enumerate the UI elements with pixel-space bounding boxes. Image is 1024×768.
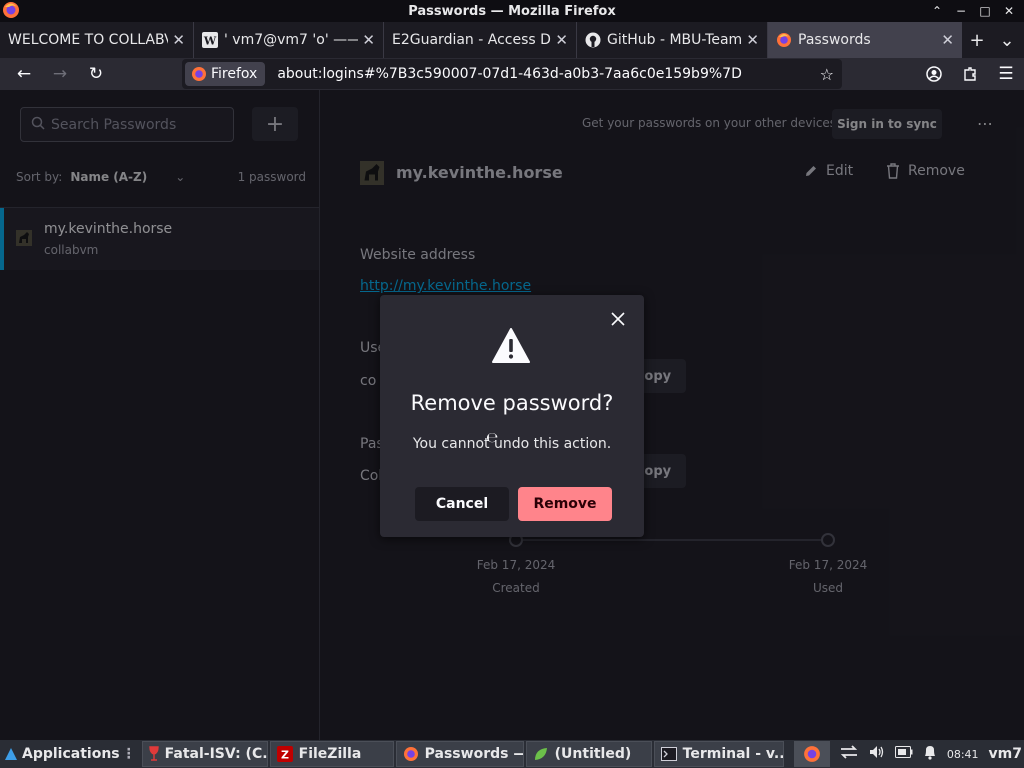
tab-label: Passwords [798, 32, 871, 48]
tab-wikipedia[interactable]: W ' vm7@vm7 'o' —— '( ✕ [194, 22, 384, 58]
taskbar-item-label: Passwords —... [424, 746, 523, 762]
navigation-bar: ← → ↻ Firefox about:logins#%7B3c590007-0… [0, 58, 1024, 90]
firefox-logo-icon [2, 1, 20, 23]
taskbar-item-label: FileZilla [298, 746, 362, 762]
window-title: Passwords — Mozilla Firefox [408, 3, 616, 19]
tab-close-icon[interactable]: ✕ [172, 31, 185, 49]
taskbar-item-filezilla[interactable]: Z FileZilla [269, 741, 394, 767]
applications-menu[interactable]: Applications ⋮ [0, 740, 140, 768]
firefox-identity-icon [192, 67, 206, 81]
taskbar-item-label: Terminal - v... [682, 746, 784, 762]
applications-icon [5, 748, 17, 760]
svg-text:W: W [203, 35, 217, 48]
window-shade-button[interactable]: ⌃ [928, 2, 946, 20]
tab-label: ' vm7@vm7 'o' —— '( [224, 32, 359, 48]
clock[interactable]: 08:41 [947, 748, 979, 761]
list-all-tabs-chevron-down-icon[interactable]: ⌄ [992, 22, 1022, 58]
confirm-remove-button[interactable]: Remove [518, 487, 612, 521]
taskbar: Applications ⋮ Fatal-ISV: (C... Z FileZi… [0, 740, 1024, 768]
firefox-icon [403, 746, 419, 762]
reload-icon[interactable]: ↻ [78, 58, 114, 90]
window-maximize-button[interactable]: □ [976, 2, 994, 20]
battery-icon[interactable] [894, 746, 913, 762]
notification-bell-icon[interactable] [923, 744, 937, 764]
text-cursor-icon: ℮ [486, 430, 498, 446]
remove-password-dialog: Remove password? You cannot undo this ac… [380, 295, 644, 537]
new-tab-button[interactable]: + [962, 22, 992, 58]
close-icon[interactable] [608, 309, 628, 329]
tab-label: GitHub - MBU-Team/ [607, 32, 743, 48]
menu-hamburger-icon[interactable]: ☰ [988, 58, 1024, 90]
tab-close-icon[interactable]: ✕ [941, 31, 954, 49]
taskbar-item-label: Fatal-ISV: (C... [164, 746, 268, 762]
volume-icon[interactable] [869, 744, 885, 764]
account-icon[interactable] [916, 58, 952, 90]
tab-github[interactable]: GitHub - MBU-Team/ ✕ [577, 22, 768, 58]
cancel-button[interactable]: Cancel [415, 487, 509, 521]
tab-close-icon[interactable]: ✕ [746, 31, 759, 49]
firefox-icon [803, 746, 820, 762]
tab-passwords[interactable]: Passwords ✕ [768, 22, 962, 58]
wine-glass-icon [148, 746, 159, 762]
tab-label: WELCOME TO COLLABVM [8, 32, 169, 48]
svg-text:Z: Z [281, 749, 289, 762]
tab-close-icon[interactable]: ✕ [555, 31, 568, 49]
url-bar[interactable]: Firefox about:logins#%7B3c590007-07d1-46… [182, 59, 842, 89]
tab-strip: WELCOME TO COLLABVM ✕ W ' vm7@vm7 'o' ——… [0, 22, 1024, 58]
warning-icon [492, 328, 530, 368]
url-text[interactable]: about:logins#%7B3c590007-07d1-463d-a0b3-… [277, 66, 742, 82]
applications-label: Applications [22, 746, 120, 762]
taskbar-item-fatal-isv[interactable]: Fatal-ISV: (C... [141, 741, 268, 767]
window-close-button[interactable]: ✕ [1000, 2, 1018, 20]
wikipedia-icon: W [202, 32, 218, 48]
tab-label: E2Guardian - Access De [392, 32, 552, 48]
dialog-title: Remove password? [410, 391, 614, 415]
dialog-message: You cannot undo this action. [412, 436, 612, 452]
extensions-icon[interactable] [952, 58, 988, 90]
filezilla-icon: Z [276, 746, 293, 762]
firefox-favicon-icon [776, 32, 792, 48]
identity-box[interactable]: Firefox [185, 62, 266, 86]
user-name[interactable]: vm7 [989, 746, 1022, 762]
taskbar-item-passwords[interactable]: Passwords —... [395, 741, 524, 767]
tab-e2guardian[interactable]: E2Guardian - Access De ✕ [384, 22, 577, 58]
leaf-icon [533, 746, 549, 762]
system-tray: 08:41 vm7 [839, 740, 1024, 768]
tab-welcome-collabvm[interactable]: WELCOME TO COLLABVM ✕ [0, 22, 194, 58]
taskbar-firefox-launcher[interactable] [793, 741, 830, 767]
tab-close-icon[interactable]: ✕ [362, 31, 375, 49]
network-icon[interactable] [839, 744, 859, 764]
back-arrow-icon[interactable]: ← [6, 58, 42, 90]
taskbar-item-label: (Untitled) [554, 746, 632, 762]
window-titlebar: Passwords — Mozilla Firefox ⌃ − □ ✕ [0, 0, 1024, 22]
terminal-icon [660, 746, 677, 762]
taskbar-item-untitled[interactable]: (Untitled) [525, 741, 652, 767]
github-icon [585, 32, 601, 48]
bookmark-star-icon[interactable]: ☆ [820, 65, 834, 84]
taskbar-item-terminal[interactable]: Terminal - v... [653, 741, 784, 767]
identity-label: Firefox [211, 66, 258, 82]
forward-arrow-icon[interactable]: → [42, 58, 78, 90]
window-minimize-button[interactable]: − [952, 2, 970, 20]
